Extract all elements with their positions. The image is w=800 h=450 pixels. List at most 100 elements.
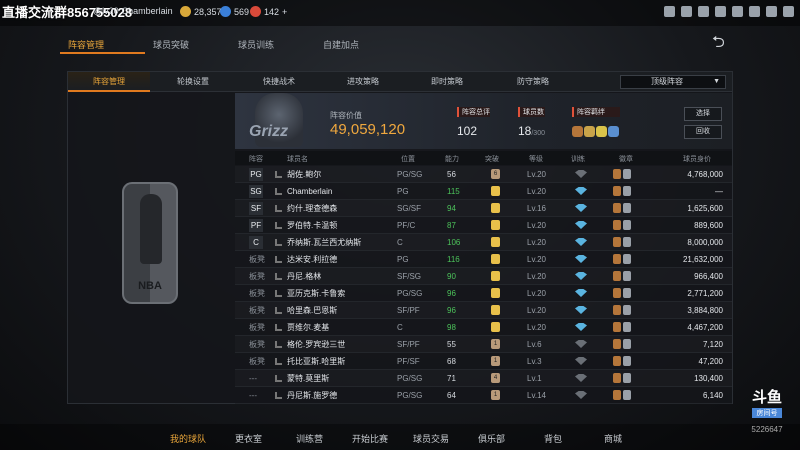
table-row[interactable]: PF 罗伯特.卡温顿 PF/C 87 Lv.20 889,600 xyxy=(235,217,732,234)
badge-icon xyxy=(623,305,631,315)
training-gem-icon xyxy=(575,204,587,212)
slot-label: --- xyxy=(249,374,257,383)
player-position: PG/SG xyxy=(397,374,423,383)
table-row[interactable]: 板凳 亚历克斯.卡鲁索 PG/SG 96 Lv.20 2,771,200 xyxy=(235,285,732,302)
ptab-live-strategy[interactable]: 即时策略 xyxy=(406,72,488,92)
ptab-lineup[interactable]: 阵容管理 xyxy=(68,72,150,92)
signal-icon xyxy=(275,358,282,365)
ptab-defense[interactable]: 防守策略 xyxy=(492,72,574,92)
tab-breakthrough[interactable]: 球员突破 xyxy=(145,36,230,54)
player-name: 亚历克斯.卡鲁索 xyxy=(287,289,346,298)
slot-label: 板凳 xyxy=(249,306,265,315)
table-row[interactable]: 板凳 丹尼.格林 SF/SG 90 Lv.20 966,400 xyxy=(235,268,732,285)
ptab-quick-tactics[interactable]: 快捷战术 xyxy=(238,72,320,92)
slot-label: 板凳 xyxy=(249,272,265,281)
table-row[interactable]: PG 胡佐.鲍尔 PG/SG 56 6 Lv.20 4,768,000 xyxy=(235,166,732,183)
nav-my-team[interactable]: 我的球队 xyxy=(170,432,206,445)
badge-icon xyxy=(613,254,621,264)
token-display: 142 + xyxy=(250,6,287,17)
recycle-button[interactable]: 回收 xyxy=(684,125,722,139)
table-row[interactable]: 板凳 贾维尔.麦基 C 98 Lv.20 4,467,200 xyxy=(235,319,732,336)
ptab-offense[interactable]: 进攻策略 xyxy=(322,72,404,92)
player-position: SG/SF xyxy=(397,204,422,213)
player-level: Lv.20 xyxy=(527,170,546,179)
player-value: 3,884,800 xyxy=(687,306,723,315)
player-name: 托比亚斯.哈里斯 xyxy=(287,357,346,366)
coin-icon xyxy=(180,6,191,17)
nba-logo: NBA xyxy=(122,182,178,304)
ptab-rotation[interactable]: 轮换设置 xyxy=(152,72,234,92)
nav-trade[interactable]: 球员交易 xyxy=(413,432,449,445)
player-level: Lv.20 xyxy=(527,272,546,281)
lineup-bonds: 阵容羁绊 xyxy=(572,107,620,142)
breakthrough-badge xyxy=(491,203,500,213)
player-value: 4,768,000 xyxy=(687,170,723,179)
player-position: PG xyxy=(397,187,409,196)
table-row[interactable]: 板凳 哈里森.巴恩斯 SF/PF 96 Lv.20 3,884,800 xyxy=(235,302,732,319)
signal-icon xyxy=(275,256,282,263)
tab-lineup[interactable]: 阵容管理 xyxy=(60,36,145,54)
player-level: Lv.20 xyxy=(527,187,546,196)
tab-custom-points[interactable]: 自建加点 xyxy=(315,36,400,54)
bell-icon[interactable] xyxy=(681,6,692,17)
back-button[interactable]: ⮌ xyxy=(712,35,736,52)
add-currency-button[interactable]: + xyxy=(282,7,287,17)
total-rating: 阵容总评 102 xyxy=(457,107,490,138)
table-row[interactable]: SG Chamberlain PG 115 Lv.20 — xyxy=(235,183,732,200)
tab-training[interactable]: 球员训练 xyxy=(230,36,315,54)
nav-start-game[interactable]: 开始比赛 xyxy=(352,432,388,445)
value-number: 49,059,120 xyxy=(330,121,406,138)
shield-icon[interactable] xyxy=(749,6,760,17)
signal-icon xyxy=(275,171,282,178)
exit-icon[interactable] xyxy=(783,6,794,17)
player-position: C xyxy=(397,323,403,332)
nav-locker-room[interactable]: 更衣室 xyxy=(235,432,262,445)
nav-backpack[interactable]: 背包 xyxy=(544,432,562,445)
player-count: 球员数 18/300 xyxy=(518,107,545,138)
player-value: 7,120 xyxy=(702,340,723,349)
player-position: SF/SG xyxy=(397,272,422,281)
table-row[interactable]: 板凳 格伦.罗宾逊三世 SF/PF 55 1 Lv.6 7,120 xyxy=(235,336,732,353)
player-rating: 115 xyxy=(447,187,460,196)
player-name: 胡佐.鲍尔 xyxy=(287,170,322,179)
table-row[interactable]: SF 约什.理查德森 SG/SF 94 Lv.16 1,625,600 xyxy=(235,200,732,217)
player-table: PG 胡佐.鲍尔 PG/SG 56 6 Lv.20 4,768,000 SG Chamberla… xyxy=(235,166,732,404)
table-row[interactable]: --- 蒙特.莫里斯 PG/SG 71 4 Lv.1 130,400 xyxy=(235,370,732,387)
breakthrough-badge xyxy=(491,305,500,315)
badge-icon xyxy=(613,356,621,366)
lineup-summary: Grizz 阵容价值 49,059,120 阵容总评 102 球员数 18/300 … xyxy=(235,93,732,149)
badge-icon xyxy=(623,237,631,247)
table-row[interactable]: 板凳 达米安.利拉德 PG 116 Lv.20 21,632,000 xyxy=(235,251,732,268)
signal-icon xyxy=(275,205,282,212)
table-row[interactable]: 板凳 托比亚斯.哈里斯 PF/SF 68 1 Lv.3 47,200 xyxy=(235,353,732,370)
top-bar: 直播交流群856755028 @lv20 Chamberlain 28,357 … xyxy=(0,0,800,26)
sub-tabs: 阵容管理 球员突破 球员训练 自建加点 xyxy=(60,36,400,54)
person-icon[interactable] xyxy=(664,6,675,17)
player-value: 47,200 xyxy=(698,357,723,366)
table-row[interactable]: --- 丹尼斯.施罗德 PG/SG 64 1 Lv.14 6,140 xyxy=(235,387,732,404)
badge-icon xyxy=(613,186,621,196)
player-value: — xyxy=(715,187,723,196)
player-value: 21,632,000 xyxy=(682,255,723,264)
select-button[interactable]: 选择 xyxy=(684,107,722,121)
top-icons xyxy=(664,6,794,17)
player-value: 4,467,200 xyxy=(687,323,723,332)
level-text: @lv20 xyxy=(93,6,119,16)
friends-icon[interactable] xyxy=(698,6,709,17)
settings-icon[interactable] xyxy=(732,6,743,17)
lineup-dropdown[interactable]: 顶级阵容 ▼ xyxy=(620,75,726,89)
nav-store[interactable]: 商城 xyxy=(604,432,622,445)
video-icon[interactable] xyxy=(715,6,726,17)
nav-training-camp[interactable]: 训练营 xyxy=(296,432,323,445)
player-value: 2,771,200 xyxy=(687,289,723,298)
nav-club[interactable]: 俱乐部 xyxy=(478,432,505,445)
table-row[interactable]: C 乔纳斯.瓦兰西尤纳斯 C 106 Lv.20 8,000,000 xyxy=(235,234,732,251)
signal-icon xyxy=(275,307,282,314)
training-gem-icon xyxy=(575,357,587,365)
coins-display: 28,357 xyxy=(180,6,222,17)
player-name: 乔纳斯.瓦兰西尤纳斯 xyxy=(287,238,362,247)
badge-icon xyxy=(613,220,621,230)
breakthrough-badge xyxy=(491,322,500,332)
headset-icon[interactable] xyxy=(766,6,777,17)
player-rating: 94 xyxy=(447,204,456,213)
